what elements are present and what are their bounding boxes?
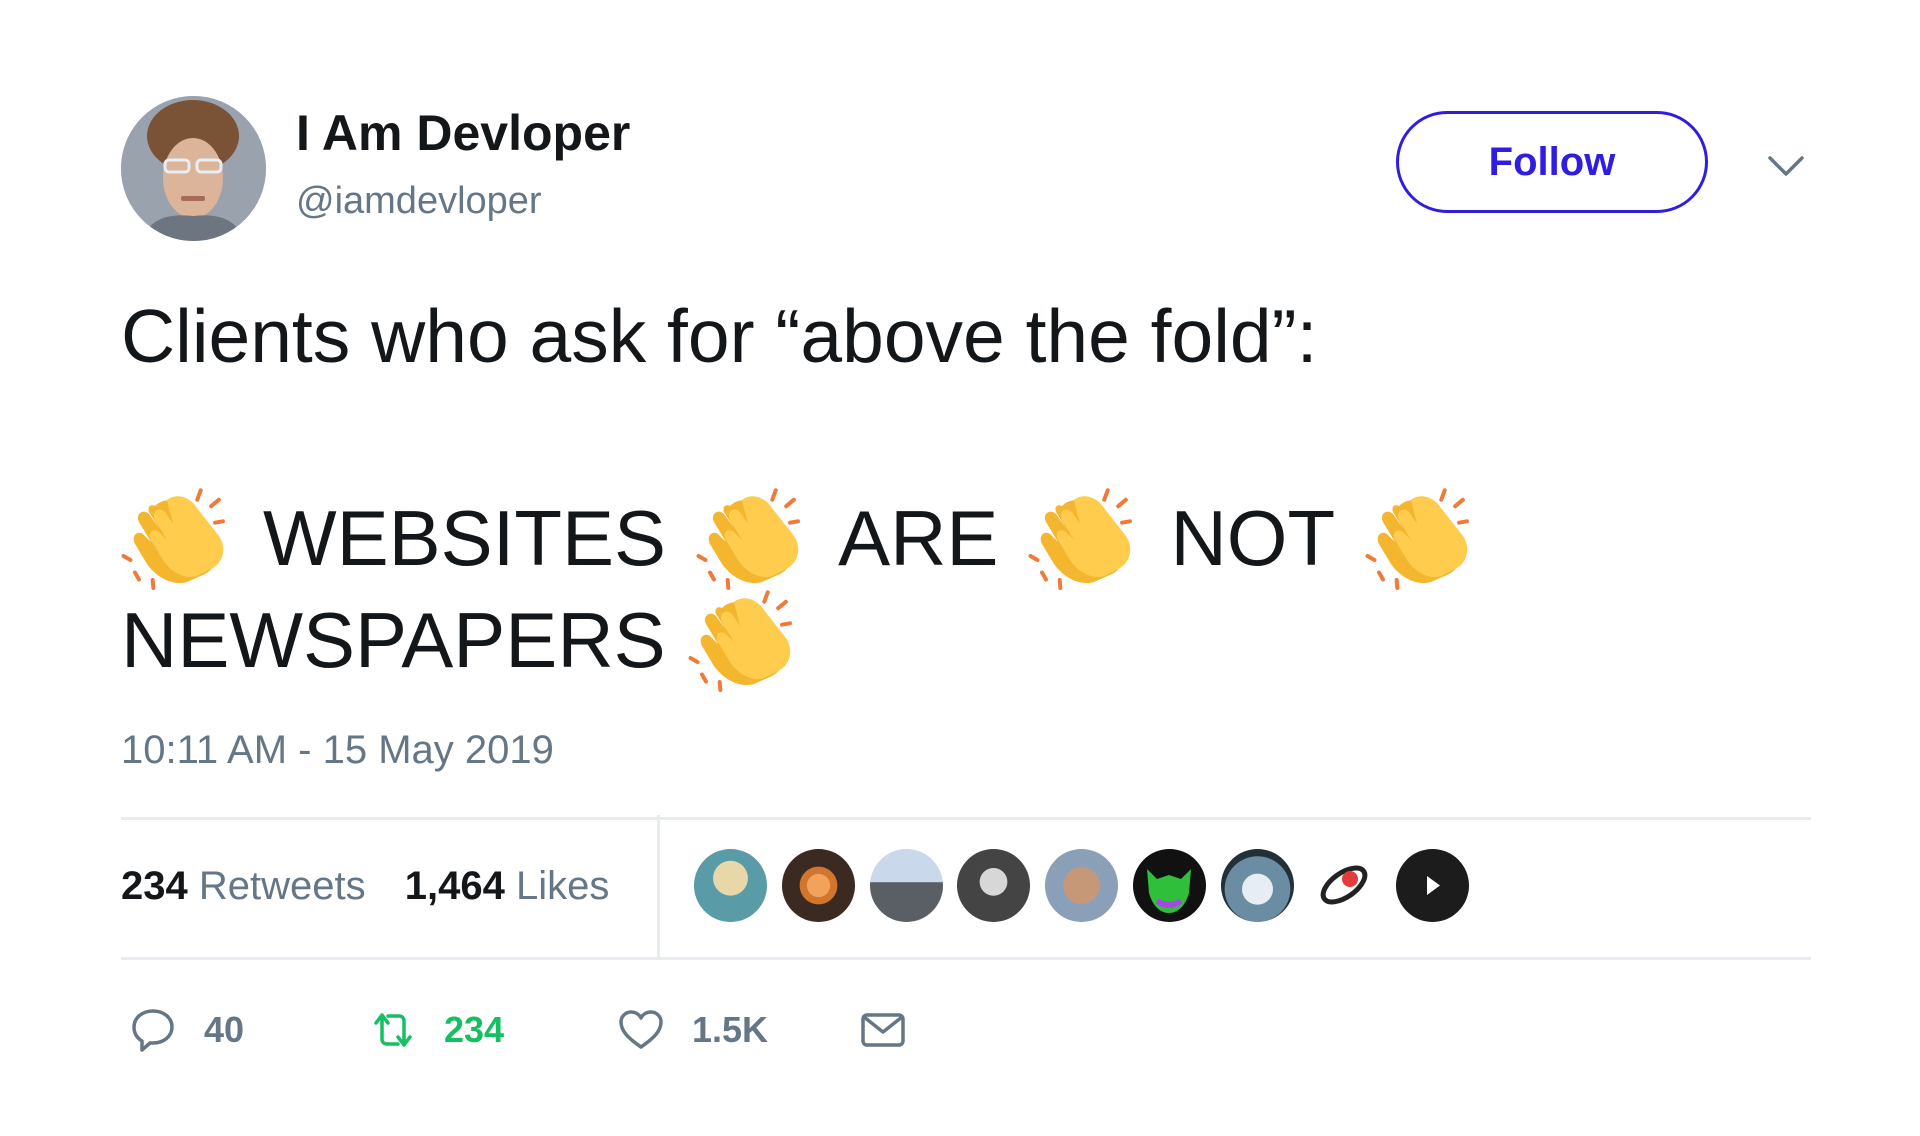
heart-icon xyxy=(619,1010,663,1049)
engagement-stats: 234 Retweets 1,464 Likes xyxy=(121,862,637,910)
tweet-word: WEBSITES xyxy=(263,494,667,582)
tweet-text-line1: Clients who ask for “above the fold”: xyxy=(121,294,1318,378)
user-handle[interactable]: @iamdevloper xyxy=(296,178,542,224)
liker-avatar[interactable] xyxy=(1221,849,1294,922)
divider xyxy=(657,815,660,958)
divider xyxy=(121,817,1811,820)
follow-button[interactable]: Follow xyxy=(1396,111,1708,213)
reply-button[interactable]: 40 xyxy=(128,1000,244,1060)
likes-stat[interactable]: 1,464 Likes xyxy=(405,862,610,910)
mail-icon xyxy=(861,1013,905,1047)
clapping-hands-icon xyxy=(121,482,233,594)
liker-avatar[interactable] xyxy=(1133,849,1206,922)
reply-icon xyxy=(132,1009,174,1052)
reply-count: 40 xyxy=(204,1009,245,1050)
tweet-word: NOT xyxy=(1170,494,1336,582)
retweet-button[interactable]: 234 xyxy=(368,1000,504,1060)
clapping-hands-icon xyxy=(1365,482,1477,594)
display-name[interactable]: I Am Devloper xyxy=(296,104,630,162)
liker-avatar[interactable] xyxy=(1045,849,1118,922)
tweet-word: NEWSPAPERS xyxy=(121,596,666,684)
play-icon[interactable] xyxy=(1396,849,1469,922)
liker-avatar[interactable] xyxy=(870,849,943,922)
liker-avatar[interactable] xyxy=(957,849,1030,922)
retweet-icon xyxy=(374,1013,412,1047)
retweets-stat[interactable]: 234 Retweets xyxy=(121,862,366,910)
retweets-count: 234 xyxy=(121,864,188,908)
share-button[interactable] xyxy=(858,1000,908,1060)
like-button[interactable]: 1.5K xyxy=(616,1000,768,1060)
tweet-text-line2: WEBSITES ARE NOT xyxy=(121,482,1477,594)
liker-avatar[interactable] xyxy=(782,849,855,922)
tweet-text-line3: NEWSPAPERS xyxy=(121,584,800,696)
clapping-hands-icon xyxy=(688,584,800,696)
tweet-timestamp[interactable]: 10:11 AM - 15 May 2019 xyxy=(121,726,554,774)
clapping-hands-icon xyxy=(1028,482,1140,594)
liker-avatar[interactable] xyxy=(694,849,767,922)
retweet-count: 234 xyxy=(444,1009,505,1050)
likes-label: Likes xyxy=(515,864,610,908)
likes-count: 1,464 xyxy=(404,864,505,908)
tweet-card: I Am Devloper @iamdevloper Follow Client… xyxy=(0,0,1920,1136)
retweets-label: Retweets xyxy=(198,864,366,908)
clapping-hands-icon xyxy=(696,482,808,594)
like-count: 1.5K xyxy=(692,1009,769,1050)
chevron-down-icon[interactable] xyxy=(1766,146,1806,186)
tweet-word: ARE xyxy=(838,494,999,582)
liker-avatar[interactable] xyxy=(1308,849,1381,922)
author-avatar[interactable] xyxy=(121,96,266,241)
divider xyxy=(121,957,1811,960)
